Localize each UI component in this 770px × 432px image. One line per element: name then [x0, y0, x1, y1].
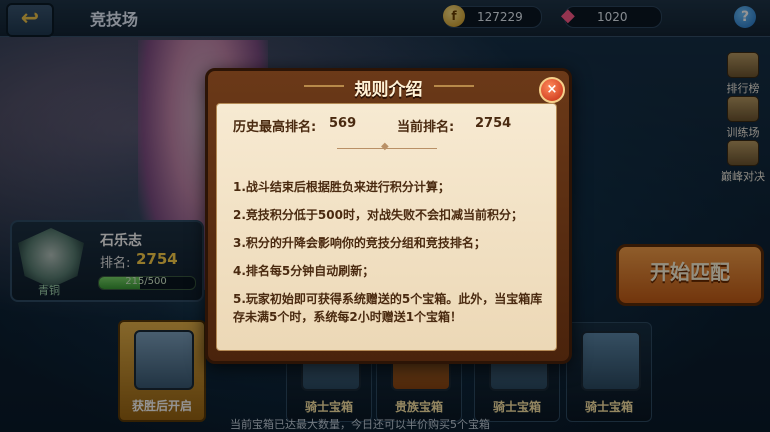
current-rank-value: 2754 [475, 116, 512, 131]
rules-panel: 历史最高排名: 569 当前排名: 2754 1.战斗结束后根据胜负来进行积分计… [216, 103, 557, 351]
history-rank-label: 历史最高排名: [233, 120, 317, 135]
rule-item: 2.竞技积分低于500时，对战失败不会扣减当前积分； [233, 208, 523, 222]
rules-dialog: 规则介绍 × 历史最高排名: 569 当前排名: 2754 1.战斗结束后根据胜… [205, 68, 572, 364]
rule-item: 3.积分的升降会影响你的竞技分组和竞技排名； [233, 236, 486, 250]
rules-list: 1.战斗结束后根据胜负来进行积分计算； 2.竞技积分低于500时，对战失败不会扣… [233, 178, 543, 336]
current-rank-label: 当前排名: [397, 120, 455, 135]
close-icon: × [546, 82, 558, 97]
rule-item: 5.玩家初始即可获得系统赠送的5个宝箱。此外，当宝箱库存未满5个时，系统每2小时… [233, 292, 543, 324]
history-rank-value: 569 [329, 116, 357, 131]
close-button[interactable]: × [539, 77, 565, 103]
divider [337, 141, 437, 152]
dialog-title: 规则介绍 [354, 80, 423, 100]
rule-item: 1.战斗结束后根据胜负来进行积分计算； [233, 180, 450, 194]
rule-item: 4.排名每5分钟自动刷新； [233, 264, 375, 278]
